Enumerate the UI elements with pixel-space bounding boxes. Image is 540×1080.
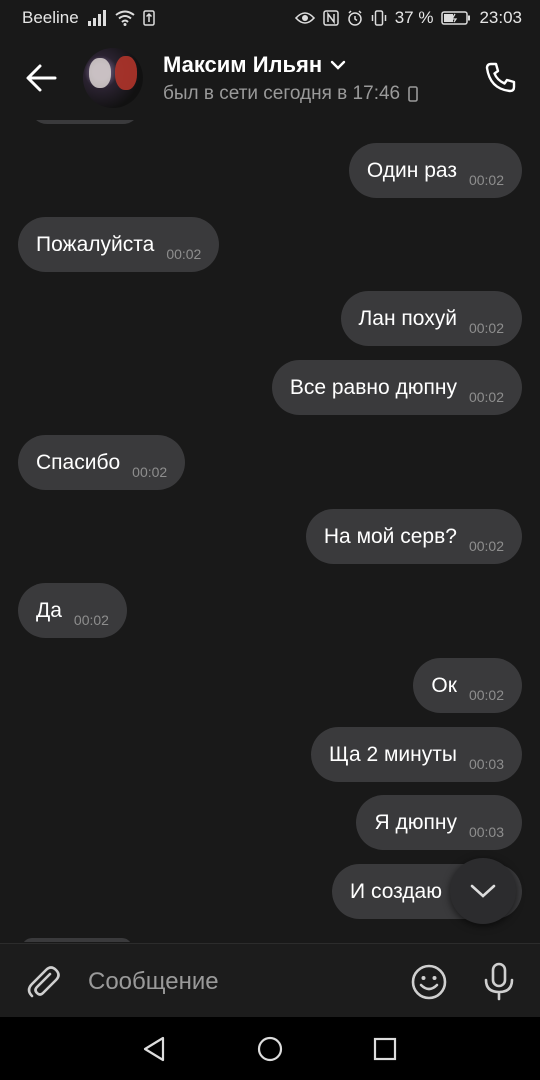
incoming-message[interactable]: Да 00:02 <box>18 583 127 638</box>
microphone-icon <box>484 962 514 1001</box>
outgoing-message[interactable]: Лан похуй 00:02 <box>340 291 522 346</box>
back-button[interactable] <box>22 60 62 96</box>
message-time: 00:02 <box>132 463 168 480</box>
message-time: 00:02 <box>468 388 504 405</box>
contact-name: Максим Ильян <box>163 52 323 77</box>
vibrate-icon <box>371 10 387 26</box>
carrier-label: Beeline <box>22 8 79 27</box>
status-bar: Beeline 37 % 23:03 <box>0 0 540 36</box>
circle-home-icon <box>257 1036 283 1062</box>
attach-button[interactable] <box>24 962 62 1000</box>
message-time: 00:02 <box>468 686 504 703</box>
system-navigation-bar <box>0 1017 540 1080</box>
message-time: 00:02 <box>468 319 504 336</box>
message-time: 00:02 <box>468 171 504 188</box>
smiley-icon <box>411 964 447 1000</box>
chevron-down-icon <box>470 884 496 898</box>
partial-message-top <box>30 120 140 124</box>
message-text: Я дюпну <box>374 810 457 834</box>
scroll-down-button[interactable] <box>450 858 516 924</box>
nav-back-button[interactable] <box>141 1035 169 1063</box>
partial-message-bottom <box>22 938 132 942</box>
outgoing-message[interactable]: Все равно дюпну 00:02 <box>271 360 522 415</box>
message-text: Да <box>36 598 62 622</box>
message-list[interactable]: Один раз 00:02 Пожалуйста 00:02 Лан похуй 00:… <box>0 120 540 942</box>
message-text: Ок <box>431 673 457 697</box>
alarm-icon <box>347 10 363 26</box>
outgoing-message[interactable]: Я дюпну 00:03 <box>356 795 522 850</box>
nfc-icon <box>322 10 339 26</box>
voice-record-button[interactable] <box>480 961 518 1001</box>
message-input[interactable] <box>86 958 390 1006</box>
emoji-button[interactable] <box>410 963 448 1001</box>
avatar-figure-left <box>89 58 111 88</box>
nav-recents-button[interactable] <box>371 1035 399 1063</box>
message-time: 00:03 <box>468 823 504 840</box>
message-time: 00:02 <box>468 537 504 554</box>
message-text: Лан похуй <box>358 306 457 330</box>
message-text: Пожалуйста <box>36 232 155 256</box>
last-seen: был в сети сегодня в 17:46 <box>163 83 418 105</box>
chat-header: Максим Ильян был в сети сегодня в 17:46 <box>0 36 540 120</box>
chevron-down-icon <box>330 60 346 70</box>
incoming-message[interactable]: Спасибо 00:02 <box>18 435 186 490</box>
composer <box>0 943 540 1017</box>
message-text: На мой серв? <box>323 524 457 548</box>
outgoing-message[interactable]: На мой серв? 00:02 <box>305 509 522 564</box>
contact-name-button[interactable]: Максим Ильян <box>163 52 346 78</box>
clock: 23:03 <box>479 8 522 27</box>
message-time: 00:02 <box>73 611 109 628</box>
last-seen-text: был в сети сегодня в 17:46 <box>163 83 401 104</box>
avatar-figure-right <box>115 56 137 90</box>
message-time: 00:03 <box>468 755 504 772</box>
data-transfer-icon <box>142 10 155 26</box>
outgoing-message[interactable]: Ща 2 минуты 00:03 <box>311 727 522 782</box>
phone-icon <box>485 62 516 93</box>
battery-icon <box>441 11 471 25</box>
outgoing-message[interactable]: Ок 00:02 <box>413 658 522 713</box>
outgoing-message[interactable]: Один раз 00:02 <box>348 143 522 198</box>
message-text: Все равно дюпну <box>289 375 457 399</box>
triangle-back-icon <box>143 1036 165 1062</box>
signal-icon <box>87 10 107 26</box>
nav-home-button[interactable] <box>256 1035 284 1063</box>
message-text: И создаю <box>350 879 442 903</box>
incoming-message[interactable]: Пожалуйста 00:02 <box>18 217 220 272</box>
message-text: Ща 2 минуты <box>329 742 457 766</box>
paperclip-icon <box>27 966 60 998</box>
phone-device-icon <box>408 86 418 102</box>
call-button[interactable] <box>482 60 518 96</box>
message-time: 00:02 <box>166 245 202 262</box>
battery-percent: 37 % <box>394 8 434 27</box>
eye-icon <box>294 11 315 25</box>
message-text: Один раз <box>366 158 457 182</box>
avatar[interactable] <box>83 48 143 108</box>
message-text: Спасибо <box>36 450 121 474</box>
wifi-icon <box>115 10 135 26</box>
arrow-left-icon <box>26 64 57 92</box>
square-recents-icon <box>373 1037 397 1061</box>
